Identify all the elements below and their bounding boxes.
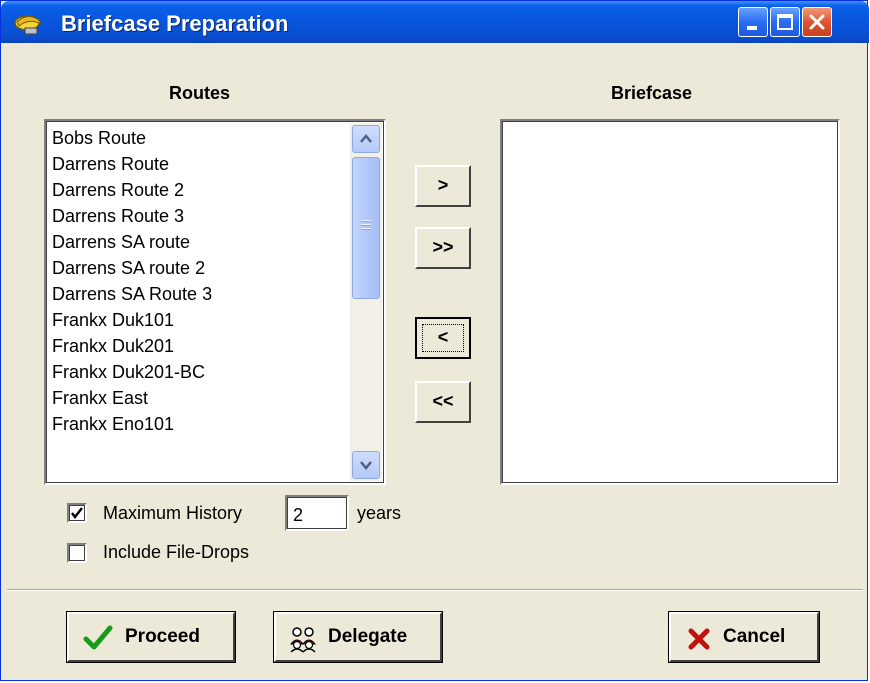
title-bar[interactable]: Briefcase Preparation — [1, 1, 869, 43]
add-all-button[interactable]: >> — [415, 227, 471, 269]
remove-one-button[interactable]: < — [415, 317, 471, 359]
list-item[interactable]: Darrens Route 3 — [52, 203, 212, 229]
list-item[interactable]: Frankx Duk201-BC — [52, 359, 212, 385]
scroll-down-button[interactable] — [352, 451, 380, 479]
cancel-label: Cancel — [723, 626, 786, 647]
focus-rect — [422, 324, 464, 352]
maximize-button[interactable] — [770, 7, 800, 37]
routes-list-items: Bobs Route Darrens Route Darrens Route 2… — [52, 125, 212, 437]
max-history-years-input[interactable] — [285, 495, 349, 531]
close-button[interactable] — [802, 7, 832, 37]
separator — [7, 589, 863, 591]
list-item[interactable]: Bobs Route — [52, 125, 212, 151]
briefcase-app-icon — [13, 10, 45, 36]
briefcase-heading: Briefcase — [611, 83, 693, 103]
scroll-up-button[interactable] — [352, 125, 380, 153]
close-icon — [809, 14, 825, 30]
cancel-x-icon — [687, 627, 711, 657]
briefcase-preparation-window: Briefcase Preparation Routes Briefcase B… — [0, 0, 869, 681]
include-file-drops-label: Include File-Drops — [103, 542, 250, 562]
list-item[interactable]: Darrens Route 2 — [52, 177, 212, 203]
list-item[interactable]: Frankx East — [52, 385, 212, 411]
list-item[interactable]: Darrens Route — [52, 151, 212, 177]
list-item[interactable]: Darrens SA route 2 — [52, 255, 212, 281]
delegate-button[interactable]: Delegate — [273, 611, 443, 663]
include-file-drops-checkbox[interactable] — [67, 543, 87, 563]
delegate-people-icon — [288, 625, 318, 659]
routes-heading: Routes — [169, 83, 231, 103]
grip-icon — [361, 220, 371, 232]
checkmark-icon — [83, 625, 113, 657]
arrow-up-icon — [360, 134, 372, 143]
list-item[interactable]: Frankx Duk101 — [52, 307, 212, 333]
scroll-thumb[interactable] — [352, 157, 380, 299]
add-one-button[interactable]: > — [415, 165, 471, 207]
briefcase-listbox[interactable] — [500, 119, 840, 485]
proceed-label: Proceed — [125, 626, 200, 647]
list-item[interactable]: Frankx Eno101 — [52, 411, 212, 437]
delegate-label: Delegate — [328, 626, 408, 647]
list-item[interactable]: Darrens SA Route 3 — [52, 281, 212, 307]
routes-scrollbar[interactable] — [350, 123, 382, 481]
cancel-button[interactable]: Cancel — [668, 611, 820, 663]
list-item[interactable]: Frankx Duk201 — [52, 333, 212, 359]
routes-listbox[interactable]: Bobs Route Darrens Route Darrens Route 2… — [44, 119, 386, 485]
max-history-checkbox[interactable] — [67, 503, 87, 523]
window-title: Briefcase Preparation — [61, 11, 289, 36]
arrow-down-icon — [360, 461, 372, 470]
proceed-button[interactable]: Proceed — [66, 611, 236, 663]
years-unit-label: years — [357, 503, 402, 523]
minimize-button[interactable] — [738, 7, 768, 37]
max-history-label: Maximum History — [103, 503, 243, 523]
checkmark-small-icon — [71, 507, 83, 519]
remove-all-button[interactable]: << — [415, 381, 471, 423]
list-item[interactable]: Darrens SA route — [52, 229, 212, 255]
